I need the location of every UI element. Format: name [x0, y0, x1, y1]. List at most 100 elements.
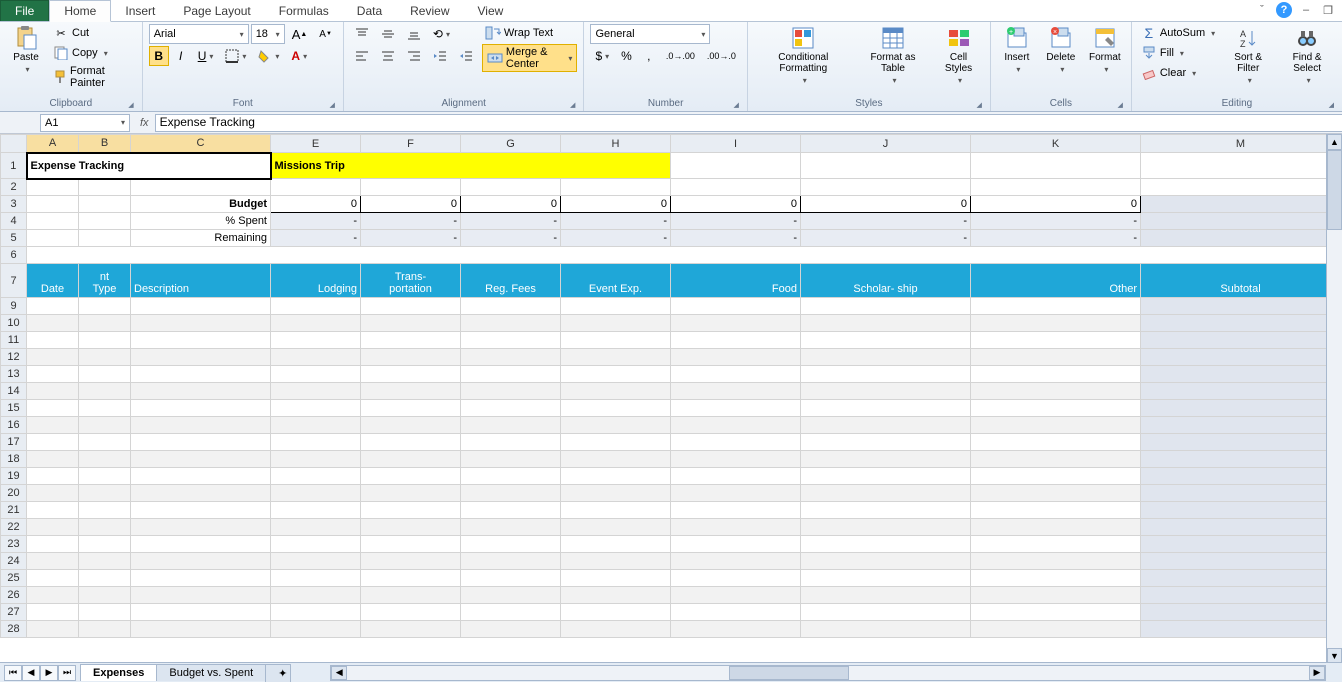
cell[interactable] — [801, 621, 971, 638]
cell[interactable] — [79, 417, 131, 434]
cell[interactable] — [671, 179, 801, 196]
cell[interactable] — [801, 400, 971, 417]
increase-decimal-button[interactable]: .0→.00 — [661, 46, 700, 66]
cell[interactable] — [971, 400, 1141, 417]
cell[interactable] — [271, 383, 361, 400]
cell[interactable]: - — [361, 213, 461, 230]
cell-hdr-food[interactable]: Food — [671, 264, 801, 298]
cell[interactable] — [131, 383, 271, 400]
cell[interactable] — [461, 604, 561, 621]
sheet-last-button[interactable]: ⏭ — [58, 665, 76, 681]
cell[interactable] — [671, 502, 801, 519]
cell[interactable] — [361, 485, 461, 502]
cell[interactable]: - — [271, 213, 361, 230]
cell[interactable] — [79, 604, 131, 621]
row-header[interactable]: 26 — [1, 587, 27, 604]
cell[interactable] — [461, 519, 561, 536]
col-header[interactable]: J — [801, 135, 971, 153]
cell[interactable] — [27, 468, 79, 485]
scroll-thumb[interactable] — [729, 666, 849, 680]
cell[interactable]: - — [561, 230, 671, 247]
row-header[interactable]: 7 — [1, 264, 27, 298]
cell[interactable] — [27, 230, 79, 247]
tab-insert[interactable]: Insert — [111, 1, 169, 21]
cell[interactable] — [79, 587, 131, 604]
cell[interactable] — [131, 570, 271, 587]
cell[interactable] — [131, 468, 271, 485]
cell[interactable] — [271, 298, 361, 315]
scroll-up-icon[interactable]: ▲ — [1327, 134, 1342, 150]
cell[interactable] — [361, 621, 461, 638]
cell[interactable]: 0 — [671, 196, 801, 213]
cell[interactable] — [27, 536, 79, 553]
cell[interactable] — [271, 332, 361, 349]
cell[interactable] — [271, 570, 361, 587]
cell[interactable] — [27, 332, 79, 349]
cell[interactable] — [671, 519, 801, 536]
bold-button[interactable]: B — [149, 46, 169, 66]
row-header[interactable]: 15 — [1, 400, 27, 417]
cell[interactable] — [271, 366, 361, 383]
cell[interactable] — [671, 153, 801, 179]
cell[interactable]: - — [971, 213, 1141, 230]
autosum-button[interactable]: ΣAutoSum▾ — [1138, 24, 1218, 42]
row-header[interactable]: 13 — [1, 366, 27, 383]
cell[interactable] — [79, 179, 131, 196]
cell-hdr-desc[interactable]: Description — [131, 264, 271, 298]
cell[interactable] — [561, 332, 671, 349]
cell-hdr-lodging[interactable]: Lodging — [271, 264, 361, 298]
font-name-select[interactable]: Arial▾ — [149, 24, 249, 44]
cell[interactable] — [79, 400, 131, 417]
cell[interactable]: - — [1141, 604, 1341, 621]
cell[interactable] — [461, 298, 561, 315]
cell[interactable] — [79, 315, 131, 332]
cell[interactable] — [461, 332, 561, 349]
cell[interactable] — [131, 621, 271, 638]
cell[interactable]: - — [1141, 315, 1341, 332]
cell[interactable] — [361, 502, 461, 519]
minimize-icon[interactable]: – — [1298, 2, 1314, 18]
cell[interactable]: - — [671, 230, 801, 247]
cell[interactable] — [561, 179, 671, 196]
tab-page-layout[interactable]: Page Layout — [169, 1, 264, 21]
paste-button[interactable]: Paste ▾ — [6, 24, 46, 76]
cell[interactable] — [79, 332, 131, 349]
conditional-formatting-button[interactable]: Conditional Formatting▾ — [754, 24, 853, 87]
cell[interactable] — [271, 519, 361, 536]
ribbon-caret-icon[interactable]: ˇ — [1254, 2, 1270, 18]
cell[interactable] — [27, 400, 79, 417]
cell[interactable]: - — [1141, 417, 1341, 434]
format-as-table-button[interactable]: Format as Table▾ — [857, 24, 930, 87]
cell[interactable] — [79, 570, 131, 587]
cell[interactable] — [671, 570, 801, 587]
fx-icon[interactable]: fx — [134, 117, 155, 129]
cell[interactable] — [971, 332, 1141, 349]
cell[interactable] — [131, 298, 271, 315]
col-header[interactable]: I — [671, 135, 801, 153]
cell[interactable] — [131, 179, 271, 196]
cell[interactable]: - — [971, 230, 1141, 247]
cell[interactable] — [971, 417, 1141, 434]
insert-cells-button[interactable]: +Insert▾ — [997, 24, 1037, 76]
cell[interactable] — [461, 502, 561, 519]
cell-spent-label[interactable]: % Spent — [131, 213, 271, 230]
cell[interactable] — [361, 587, 461, 604]
cell[interactable] — [271, 587, 361, 604]
scroll-left-icon[interactable]: ◀ — [331, 666, 347, 680]
delete-cells-button[interactable]: ×Delete▾ — [1041, 24, 1081, 76]
tab-file[interactable]: File — [0, 0, 49, 21]
cell[interactable] — [561, 621, 671, 638]
row-header[interactable]: 3 — [1, 196, 27, 213]
cell[interactable] — [271, 417, 361, 434]
cell[interactable] — [131, 434, 271, 451]
cell[interactable]: - — [1141, 400, 1341, 417]
cell[interactable] — [561, 604, 671, 621]
cell[interactable] — [361, 468, 461, 485]
cell-hdr-reg[interactable]: Reg. Fees — [461, 264, 561, 298]
cell[interactable] — [561, 502, 671, 519]
cell[interactable] — [131, 604, 271, 621]
cell[interactable]: - — [1141, 213, 1341, 230]
help-icon[interactable]: ? — [1276, 2, 1292, 18]
cell[interactable] — [671, 315, 801, 332]
currency-button[interactable]: $▾ — [590, 46, 614, 66]
